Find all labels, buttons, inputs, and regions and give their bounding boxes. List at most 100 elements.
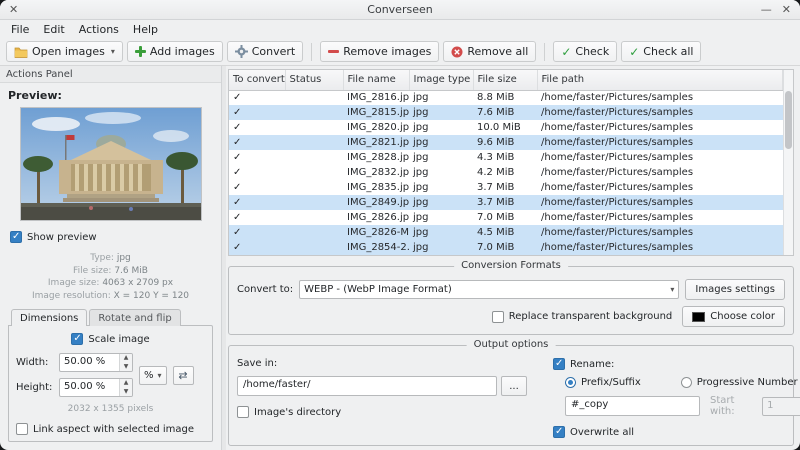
col-file-path[interactable]: File path bbox=[537, 70, 783, 91]
col-status[interactable]: Status bbox=[285, 70, 344, 91]
row-check[interactable]: ✓ bbox=[229, 105, 285, 120]
row-check[interactable]: ✓ bbox=[229, 90, 285, 105]
remove-all-icon bbox=[451, 46, 463, 58]
table-row[interactable]: ✓ IMG_2854-2.j... jpg 7.0 MiB /home/fast… bbox=[229, 240, 783, 255]
checkbox-box bbox=[10, 231, 22, 243]
col-file-size[interactable]: File size bbox=[473, 70, 538, 91]
images-directory-checkbox[interactable]: Image's directory bbox=[237, 406, 527, 418]
menu-help[interactable]: Help bbox=[126, 22, 165, 37]
row-type: jpg bbox=[413, 122, 429, 133]
col-image-type[interactable]: Image type bbox=[409, 70, 474, 91]
replace-transparent-checkbox[interactable]: Replace transparent background bbox=[491, 310, 672, 323]
rename-pattern-input[interactable]: #_copy bbox=[565, 396, 701, 416]
table-row[interactable]: ✓ IMG_2835.jpg jpg 3.7 MiB /home/faster/… bbox=[229, 180, 783, 195]
row-path: /home/faster/Pictures/samples bbox=[537, 225, 783, 240]
open-folder-icon bbox=[14, 46, 28, 58]
scrollbar-thumb[interactable] bbox=[785, 91, 792, 149]
row-check[interactable]: ✓ bbox=[229, 225, 285, 240]
close-icon-right[interactable]: ✕ bbox=[782, 4, 791, 15]
row-check[interactable]: ✓ bbox=[229, 180, 285, 195]
save-in-label: Save in: bbox=[237, 358, 278, 369]
row-check[interactable]: ✓ bbox=[229, 135, 285, 150]
overwrite-all-checkbox[interactable]: Overwrite all bbox=[553, 426, 800, 438]
row-size: 3.7 MiB bbox=[477, 182, 515, 193]
menu-actions[interactable]: Actions bbox=[72, 22, 126, 37]
checkbox-box bbox=[491, 310, 504, 323]
table-row[interactable]: ✓ IMG_2816.jpg jpg 8.8 MiB /home/faster/… bbox=[229, 90, 783, 105]
row-check[interactable]: ✓ bbox=[229, 195, 285, 210]
table-scrollbar[interactable] bbox=[783, 70, 793, 255]
choose-color-button[interactable]: Choose color bbox=[682, 306, 785, 327]
convert-button[interactable]: Convert bbox=[226, 41, 304, 62]
progressive-number-radio[interactable]: Progressive Number bbox=[680, 377, 798, 388]
menu-edit[interactable]: Edit bbox=[36, 22, 71, 37]
link-aspect-checkbox[interactable]: Link aspect with selected image bbox=[16, 423, 205, 435]
open-images-button[interactable]: Open images ▾ bbox=[6, 41, 123, 62]
height-spinner[interactable]: 50.00 % ▲ ▼ bbox=[59, 378, 133, 397]
browse-button[interactable]: ... bbox=[501, 376, 527, 396]
tab-rotate-and-flip[interactable]: Rotate and flip bbox=[89, 309, 181, 326]
table-row[interactable]: ✓ IMG_2820.jpg jpg 10.0 MiB /home/faster… bbox=[229, 120, 783, 135]
reset-dimensions-button[interactable]: ⇄ bbox=[172, 365, 194, 385]
checkbox-box bbox=[16, 423, 28, 435]
file-table-body: ✓ IMG_2816.jpg jpg 8.8 MiB /home/faster/… bbox=[229, 90, 783, 255]
images-settings-button[interactable]: Images settings bbox=[685, 279, 785, 300]
preview-image bbox=[19, 107, 202, 221]
rename-checkbox[interactable]: Rename: bbox=[553, 358, 800, 370]
minimize-icon[interactable]: — bbox=[761, 4, 772, 15]
row-name: IMG_2849.jpg bbox=[343, 195, 409, 210]
chevron-down-icon: ▾ bbox=[110, 47, 115, 56]
spinner-arrows[interactable]: ▲ ▼ bbox=[119, 354, 132, 371]
col-file-name[interactable]: File name bbox=[343, 70, 410, 91]
start-with-spinner[interactable]: 1 ▲▼ bbox=[762, 396, 800, 416]
row-name: IMG_2820.jpg bbox=[347, 122, 409, 133]
col-to-convert[interactable]: To convert bbox=[229, 70, 286, 91]
width-spinner[interactable]: 50.00 % ▲ ▼ bbox=[59, 353, 133, 372]
remove-images-button[interactable]: Remove images bbox=[320, 41, 440, 62]
tab-dimensions[interactable]: Dimensions bbox=[11, 309, 88, 326]
row-status bbox=[285, 135, 343, 150]
color-swatch bbox=[692, 311, 706, 322]
format-select[interactable]: WEBP - (WebP Image Format) ▾ bbox=[299, 280, 680, 299]
row-check[interactable]: ✓ bbox=[229, 120, 285, 135]
row-size: 7.6 MiB bbox=[473, 105, 537, 120]
save-path-input[interactable]: /home/faster/ bbox=[237, 376, 497, 396]
row-path: /home/faster/Pictures/samples bbox=[541, 92, 694, 104]
table-row[interactable]: ✓ IMG_2821.jpg jpg 9.6 MiB /home/faster/… bbox=[229, 135, 783, 150]
scale-image-checkbox[interactable]: Scale image bbox=[71, 333, 150, 345]
checkbox-box bbox=[553, 426, 565, 438]
start-with-label: Start with: bbox=[710, 395, 735, 417]
row-check[interactable]: ✓ bbox=[229, 240, 285, 255]
row-path: /home/faster/Pictures/samples bbox=[541, 122, 694, 133]
row-size: 4.5 MiB bbox=[473, 225, 537, 240]
row-status bbox=[285, 180, 343, 195]
file-table: To convert Status File name Image type F… bbox=[228, 69, 794, 256]
add-images-button[interactable]: Add images bbox=[126, 41, 223, 62]
check-button[interactable]: ✓ Check bbox=[553, 41, 618, 62]
row-name: IMG_2832.jpg bbox=[347, 167, 409, 178]
row-check[interactable]: ✓ bbox=[229, 150, 285, 165]
row-size: 4.2 MiB bbox=[477, 167, 515, 178]
spinner-arrows[interactable]: ▲ ▼ bbox=[119, 379, 132, 396]
table-row[interactable]: ✓ IMG_2849.jpg jpg 3.7 MiB /home/faster/… bbox=[229, 195, 783, 210]
row-status bbox=[285, 105, 343, 120]
prefix-suffix-radio[interactable]: Prefix/Suffix bbox=[565, 377, 641, 388]
remove-all-button[interactable]: Remove all bbox=[443, 41, 537, 62]
table-row[interactable]: ✓ IMG_2826.jpg jpg 7.0 MiB /home/faster/… bbox=[229, 210, 783, 225]
check-all-button[interactable]: ✓ Check all bbox=[621, 41, 702, 62]
table-row[interactable]: ✓ IMG_2828.jpg jpg 4.3 MiB /home/faster/… bbox=[229, 150, 783, 165]
close-icon[interactable]: ✕ bbox=[9, 4, 18, 15]
converseen-window: ✕ Converseen — ✕ File Edit Actions Help … bbox=[0, 0, 800, 450]
row-type: jpg bbox=[413, 212, 429, 223]
table-row[interactable]: ✓ IMG_2815.jpg jpg 7.6 MiB /home/faster/… bbox=[229, 105, 783, 120]
output-options-title: Output options bbox=[466, 339, 556, 350]
menu-file[interactable]: File bbox=[4, 22, 36, 37]
row-check[interactable]: ✓ bbox=[229, 165, 285, 180]
row-check[interactable]: ✓ bbox=[229, 210, 285, 225]
table-row[interactable]: ✓ IMG_2832.jpg jpg 4.2 MiB /home/faster/… bbox=[229, 165, 783, 180]
table-row[interactable]: ✓ IMG_2826-M... jpg 4.5 MiB /home/faster… bbox=[229, 225, 783, 240]
row-size: 9.6 MiB bbox=[473, 135, 537, 150]
unit-select[interactable]: % ▾ bbox=[139, 365, 167, 385]
row-type: jpg bbox=[413, 152, 429, 163]
show-preview-checkbox[interactable]: Show preview bbox=[10, 231, 97, 243]
